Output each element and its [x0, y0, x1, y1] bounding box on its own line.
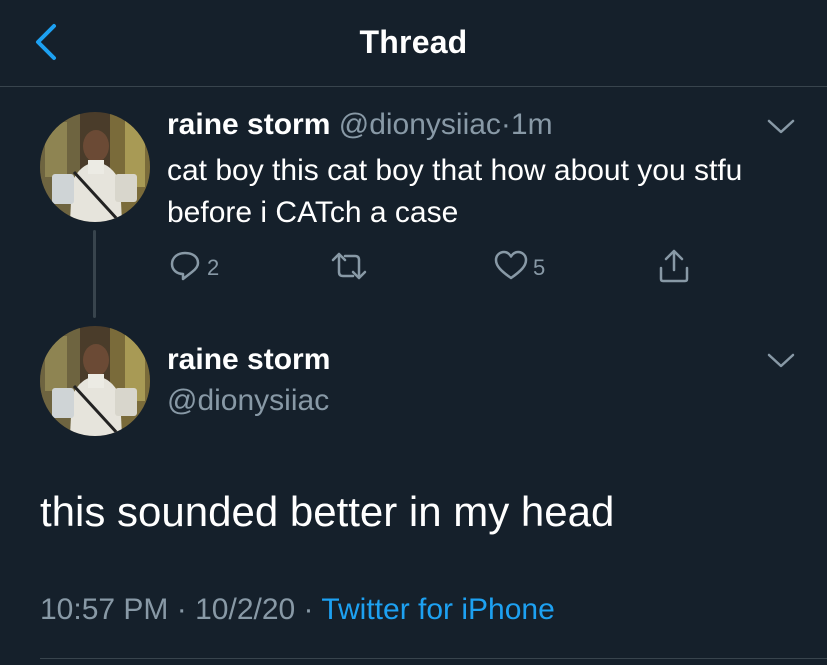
header-divider [0, 86, 827, 87]
share-icon [659, 249, 689, 283]
tweet-time: 10:57 PM [40, 593, 169, 626]
main-tweet-menu-button[interactable] [766, 350, 796, 370]
tweet-action-bar: 2 5 [167, 248, 707, 284]
thread-page: Thread raine storm @dionysiiac·1m cat bo… [0, 0, 827, 665]
author-name[interactable]: raine storm [167, 108, 330, 141]
thread-connector-line [93, 230, 96, 318]
tweet-time-ago[interactable]: 1m [511, 108, 553, 141]
author-handle[interactable]: @dionysiiac [167, 384, 329, 418]
caret-down-icon [767, 119, 795, 134]
page-title: Thread [359, 24, 468, 60]
reply-count: 2 [207, 255, 220, 280]
avatar[interactable] [40, 326, 150, 436]
reply-icon [170, 251, 200, 281]
reply-button[interactable]: 2 [167, 248, 219, 284]
like-icon [494, 250, 528, 280]
retweet-icon [331, 252, 367, 280]
author-handle[interactable]: @dionysiiac [339, 108, 501, 141]
main-tweet-text: this sounded better in my head [40, 488, 615, 535]
top-nav-bar: Thread [0, 0, 827, 87]
caret-down-icon [767, 353, 795, 368]
parent-tweet-menu-button[interactable] [766, 116, 796, 136]
like-button[interactable]: 5 [493, 248, 545, 284]
content-divider [40, 658, 827, 659]
tweet-metadata: 10:57 PM · 10/2/20 · Twitter for iPhone [40, 593, 555, 627]
author-name[interactable]: raine storm [167, 343, 330, 377]
avatar[interactable] [40, 112, 150, 222]
separator-dot: · [303, 593, 314, 626]
tweet-date: 10/2/20 [195, 593, 296, 626]
separator-dot: · [176, 593, 187, 626]
share-button[interactable] [656, 248, 692, 284]
tweet-source-link[interactable]: Twitter for iPhone [321, 593, 554, 626]
separator-dot: · [500, 108, 511, 141]
like-count: 5 [533, 255, 546, 280]
retweet-button[interactable] [329, 248, 373, 284]
parent-tweet-header: raine storm @dionysiiac·1m [167, 108, 553, 142]
parent-tweet-text: cat boy this cat boy that how about you … [167, 154, 743, 229]
